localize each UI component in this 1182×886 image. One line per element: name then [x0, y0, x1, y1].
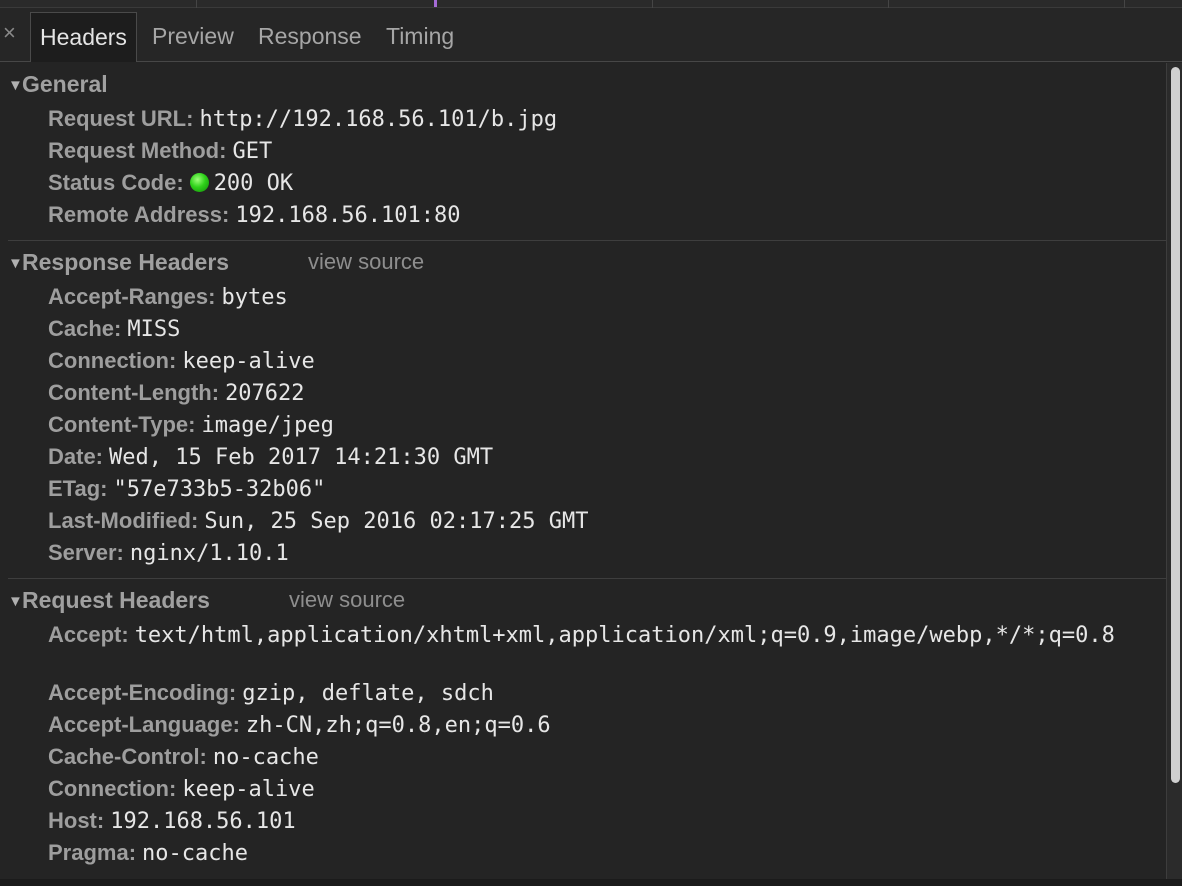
timeline-tick [888, 0, 889, 8]
header-row: Status Code: 200 OK [48, 168, 1160, 199]
timeline-marker [434, 0, 437, 7]
header-key: Cache-Control: [48, 744, 207, 769]
disclosure-triangle-icon: ▼ [8, 255, 23, 272]
header-row: Cache: MISS [48, 314, 1160, 345]
section-divider [8, 578, 1166, 579]
tab-timing[interactable]: Timing [377, 12, 463, 62]
header-row: Cache-Control: no-cache [48, 742, 1160, 773]
header-row: Last-Modified: Sun, 25 Sep 2016 02:17:25 … [48, 506, 1160, 537]
header-value: GET [232, 139, 273, 164]
section-title: General [22, 71, 108, 97]
headers-panel: ▼General Request URL: http://192.168.56.1… [0, 63, 1166, 879]
detail-tab-bar: × Headers Preview Response Timing [0, 8, 1182, 62]
header-key: Date: [48, 444, 104, 469]
header-key: Cache: [48, 316, 122, 341]
section-response-headers-toggle[interactable]: ▼Response Headers [8, 247, 229, 277]
header-row: Accept-Encoding: gzip, deflate, sdch [48, 678, 1160, 709]
header-row: Connection: keep-alive [48, 346, 1160, 377]
header-value: image/jpeg [201, 413, 334, 438]
header-value: nginx/1.10.1 [129, 541, 289, 566]
header-value: http://192.168.56.101/b.jpg [199, 107, 558, 132]
header-key: Remote Address: [48, 202, 230, 227]
header-row: Host: 192.168.56.101 [48, 806, 1160, 837]
vertical-scrollbar[interactable] [1166, 63, 1182, 879]
bottom-edge [0, 879, 1182, 886]
header-value: 207622 [225, 381, 305, 406]
header-value: Sun, 25 Sep 2016 02:17:25 GMT [204, 509, 589, 534]
header-key: Request Method: [48, 138, 227, 163]
header-row: Accept-Ranges: bytes [48, 282, 1160, 313]
header-value: Wed, 15 Feb 2017 14:21:30 GMT [109, 445, 494, 470]
section-title: Response Headers [22, 249, 230, 275]
header-value: 192.168.56.101 [110, 809, 296, 834]
header-key: Host: [48, 808, 105, 833]
header-value: zh-CN,zh;q=0.8,en;q=0.6 [245, 713, 551, 738]
header-row: Date: Wed, 15 Feb 2017 14:21:30 GMT [48, 442, 1160, 473]
header-value: no-cache [142, 841, 249, 866]
header-key: Pragma: [48, 840, 137, 865]
header-row: Content-Length: 207622 [48, 378, 1160, 409]
header-key: Accept: [48, 622, 129, 647]
view-source-link[interactable]: view source [289, 585, 405, 615]
header-value: text/html,application/xhtml+xml,applicat… [134, 623, 1115, 648]
header-key: Connection: [48, 776, 177, 801]
header-row: Connection: keep-alive [48, 774, 1160, 805]
close-icon[interactable]: × [3, 22, 16, 44]
timeline-tick [652, 0, 653, 8]
header-key: Last-Modified: [48, 508, 199, 533]
header-row: Request URL: http://192.168.56.101/b.jpg [48, 104, 1160, 135]
header-value: MISS [127, 317, 181, 342]
tab-preview[interactable]: Preview [143, 12, 243, 62]
header-key: Accept-Language: [48, 712, 240, 737]
tab-headers[interactable]: Headers [30, 12, 137, 62]
header-key: Accept-Encoding: [48, 680, 237, 705]
scrollbar-thumb[interactable] [1171, 67, 1180, 783]
header-row: Pragma: no-cache [48, 838, 1160, 869]
disclosure-triangle-icon: ▼ [8, 593, 23, 610]
header-value: bytes [221, 285, 288, 310]
header-row: Server: nginx/1.10.1 [48, 538, 1160, 569]
timeline-tick [1124, 0, 1125, 8]
header-row: Request Method: GET [48, 136, 1160, 167]
status-ok-icon [189, 173, 209, 192]
timeline-tick [196, 0, 197, 8]
timeline-strip [0, 0, 1182, 8]
section-divider [8, 240, 1166, 241]
disclosure-triangle-icon: ▼ [8, 77, 23, 94]
header-value: keep-alive [182, 349, 315, 374]
header-row: Accept: text/html,application/xhtml+xml,a… [48, 620, 1160, 651]
header-value: 192.168.56.101:80 [235, 203, 461, 228]
header-key: Content-Length: [48, 380, 220, 405]
header-key: Accept-Ranges: [48, 284, 216, 309]
header-key: Connection: [48, 348, 177, 373]
header-row: Accept-Language: zh-CN,zh;q=0.8,en;q=0.6 [48, 710, 1160, 741]
header-key: Server: [48, 540, 124, 565]
section-general-toggle[interactable]: ▼General [8, 69, 108, 99]
header-value: 200 OK [213, 171, 294, 196]
tab-response[interactable]: Response [249, 12, 371, 62]
header-value: keep-alive [182, 777, 315, 802]
header-value: "57e733b5-32b06" [113, 477, 326, 502]
header-key: Status Code: [48, 170, 184, 195]
header-key: Content-Type: [48, 412, 196, 437]
header-row: Content-Type: image/jpeg [48, 410, 1160, 441]
view-source-link[interactable]: view source [308, 247, 424, 277]
header-key: Request URL: [48, 106, 194, 131]
header-row: Remote Address: 192.168.56.101:80 [48, 200, 1160, 231]
section-request-headers-toggle[interactable]: ▼Request Headers [8, 585, 210, 615]
header-value: no-cache [212, 745, 319, 770]
header-key: ETag: [48, 476, 108, 501]
section-title: Request Headers [22, 587, 210, 613]
header-row: ETag: "57e733b5-32b06" [48, 474, 1160, 505]
header-value: gzip, deflate, sdch [242, 681, 494, 706]
